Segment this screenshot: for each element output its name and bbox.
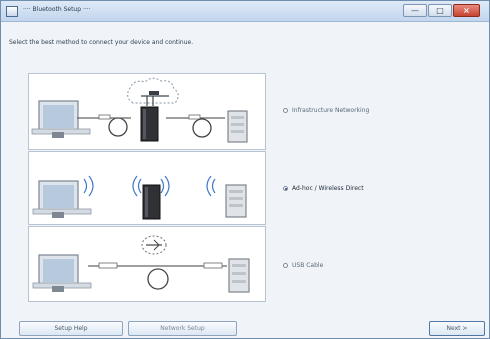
printer-icon [225, 184, 247, 218]
printer-icon [228, 258, 250, 293]
close-button[interactable]: × [453, 4, 480, 17]
window-title: ···· Bluetooth Setup ···· [23, 6, 91, 13]
app-icon [6, 6, 18, 17]
title-bar: ···· Bluetooth Setup ···· — □ × [1, 1, 489, 22]
printer-icon [227, 110, 248, 143]
network-setup-button[interactable]: Network Setup [128, 321, 237, 336]
monitor-icon [31, 100, 91, 138]
option-label: Ad-hoc / Wireless Direct [292, 185, 364, 192]
usb-icon [141, 235, 167, 255]
option-adhoc[interactable]: Ad-hoc / Wireless Direct [283, 185, 364, 192]
dialog-window: ···· Bluetooth Setup ···· — □ × Select t… [0, 0, 490, 339]
option-infrastructure[interactable]: Infrastructure Networking [283, 107, 369, 114]
maximize-button[interactable]: □ [428, 4, 452, 17]
infrastructure-diagram [28, 73, 266, 150]
option-usb[interactable]: USB Cable [283, 262, 323, 269]
radio-icon[interactable] [283, 108, 288, 113]
next-button[interactable]: Next > [429, 321, 485, 336]
monitor-icon [32, 180, 92, 218]
radio-icon[interactable] [283, 263, 288, 268]
setup-help-button[interactable]: Setup Help [19, 321, 123, 336]
minimize-button[interactable]: — [403, 4, 427, 17]
monitor-icon [32, 254, 92, 292]
option-label: USB Cable [292, 262, 324, 269]
option-label: Infrastructure Networking [292, 107, 370, 114]
instruction-text: Select the best method to connect your d… [9, 39, 194, 46]
adhoc-diagram [28, 151, 266, 225]
usb-diagram [28, 226, 266, 302]
radio-icon[interactable] [283, 186, 288, 191]
wifi-icon [206, 175, 216, 197]
router-icon [142, 184, 161, 220]
wifi-icon [83, 175, 94, 197]
